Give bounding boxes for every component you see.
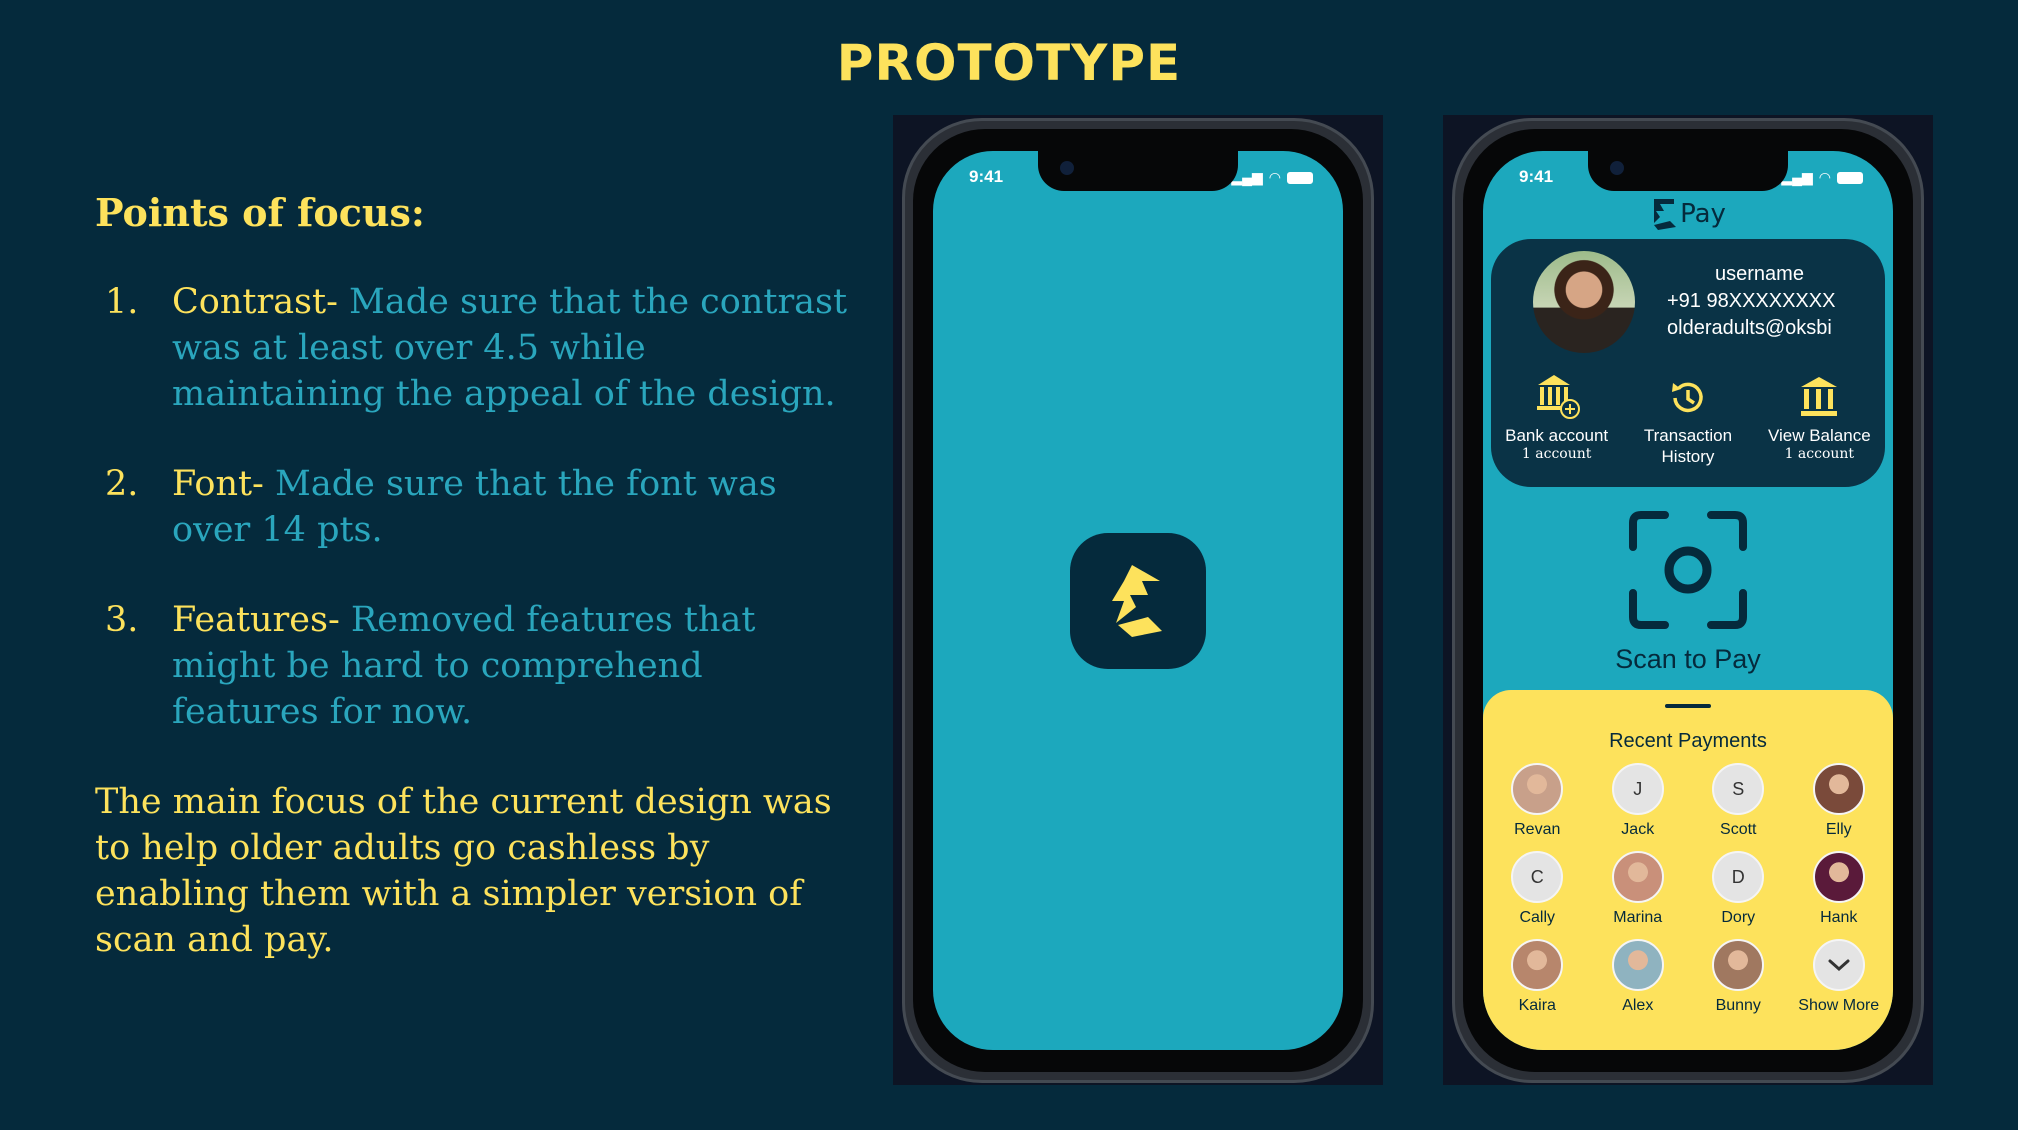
splash-screen: 9:41 ▂▄▆ ◠ [933, 151, 1343, 1050]
focus-point: 2. Font- Made sure that the font was ove… [95, 461, 855, 553]
scan-to-pay-button[interactable]: Scan to Pay [1483, 511, 1893, 675]
transaction-history-button[interactable]: Transaction History [1623, 369, 1753, 467]
wifi-icon: ◠ [1268, 169, 1281, 185]
contact-photo [1812, 763, 1865, 815]
status-icons: ▂▄▆ ◠ [1781, 169, 1863, 186]
app-logo[interactable] [1070, 532, 1206, 669]
contact-item[interactable]: Revan [1487, 763, 1588, 839]
contact-item[interactable]: Kaira [1487, 939, 1588, 1015]
brand-name: Pay [1680, 199, 1726, 229]
contact-item[interactable]: D Dory [1688, 851, 1789, 927]
notes-heading: Points of focus: [95, 190, 425, 235]
focus-point: 3. Features- Removed features that might… [95, 597, 855, 735]
contact-initial: S [1712, 763, 1765, 815]
profile-email: olderadults@oksbi [1667, 317, 1832, 339]
battery-icon [1837, 171, 1863, 184]
recent-payments-title: Recent Payments [1609, 730, 1767, 752]
view-balance-label: View Balance [1767, 426, 1871, 445]
balance-account-count: 1 account [1784, 446, 1855, 462]
contact-initial: J [1611, 763, 1664, 815]
point-label: Font- [172, 464, 276, 504]
battery-icon [1287, 171, 1313, 184]
contact-name: Dory [1721, 909, 1756, 926]
contact-item[interactable]: J Jack [1588, 763, 1689, 839]
contact-item[interactable]: Hank [1789, 851, 1890, 927]
point-number: 1. [105, 282, 139, 322]
scan-icon [1629, 511, 1747, 629]
point-label: Contrast- [172, 282, 350, 322]
contact-initial: C [1511, 851, 1564, 903]
contact-photo [1712, 939, 1765, 991]
profile-avatar[interactable] [1533, 251, 1635, 353]
contact-name: Marina [1613, 909, 1663, 926]
contact-photo [1611, 939, 1664, 991]
pay-phone: 9:41 ▂▄▆ ◠ Pay username +91 98XXXXXXXX o… [1452, 118, 1924, 1083]
contact-photo [1511, 763, 1564, 815]
recent-contacts-grid: Revan J Jack S Scott Elly C Cally Marina D Dory Han… [1483, 753, 1893, 1015]
focus-point: 1. Contrast- Made sure that the contrast… [95, 279, 855, 417]
contact-photo [1511, 939, 1564, 991]
contact-name: Elly [1825, 821, 1852, 838]
contact-item[interactable]: C Cally [1487, 851, 1588, 927]
status-time: 9:41 [969, 167, 1004, 186]
contact-name: Scott [1720, 821, 1757, 838]
profile-username: username [1715, 263, 1804, 285]
epay-logo-icon [1654, 199, 1677, 230]
contact-name: Revan [1514, 821, 1561, 838]
profile-phone: +91 98XXXXXXXX [1667, 290, 1836, 312]
contact-item[interactable]: Alex [1588, 939, 1689, 1015]
contact-name: Alex [1622, 997, 1654, 1014]
notch [1038, 151, 1238, 191]
slide-title: PROTOTYPE [836, 34, 1182, 92]
contact-name: Kaira [1518, 997, 1556, 1014]
focus-notes: Points of focus: 1. Contrast- Made sure … [95, 190, 855, 963]
transaction-label: Transaction [1643, 426, 1733, 445]
contact-name: Jack [1621, 821, 1655, 838]
status-icons: ▂▄▆ ◠ [1231, 169, 1313, 186]
scan-to-pay-label: Scan to Pay [1615, 644, 1761, 674]
contact-item[interactable]: S Scott [1688, 763, 1789, 839]
wifi-icon: ◠ [1818, 169, 1831, 185]
view-balance-button[interactable]: View Balance 1 account [1754, 369, 1884, 467]
profile-info: username +91 98XXXXXXXX olderadults@oksb… [1667, 261, 1835, 342]
contact-name: Show More [1798, 997, 1880, 1014]
contact-photo [1812, 851, 1865, 903]
contact-initial: D [1712, 851, 1765, 903]
quick-actions: Bank account 1 account Transaction Histo… [1491, 369, 1885, 467]
bank-icon [1801, 377, 1838, 416]
point-number: 3. [105, 600, 139, 640]
bank-account-count: 1 account [1521, 446, 1592, 462]
splash-phone: 9:41 ▂▄▆ ◠ [902, 118, 1374, 1083]
profile-card: username +91 98XXXXXXXX olderadults@oksb… [1491, 239, 1885, 487]
summary-text: The main focus of the current design was… [95, 782, 832, 960]
contact-item[interactable]: Show More [1789, 939, 1890, 1015]
history-icon [1671, 382, 1703, 413]
status-time: 9:41 [1519, 167, 1554, 186]
point-number: 2. [105, 464, 139, 504]
point-label: Features- [172, 600, 351, 640]
contact-name: Cally [1519, 909, 1556, 926]
sheet-drag-handle[interactable] [1665, 704, 1711, 708]
recent-payments-sheet: Recent Payments Revan J Jack S Scott Elly C Cal… [1483, 690, 1893, 1050]
pay-home-screen: 9:41 ▂▄▆ ◠ Pay username +91 98XXXXXXXX o… [1483, 151, 1893, 1050]
epay-logo-icon [1112, 564, 1162, 637]
contact-item[interactable]: Bunny [1688, 939, 1789, 1015]
contact-name: Hank [1820, 909, 1858, 926]
bank-add-icon [1536, 375, 1580, 419]
bank-account-button[interactable]: Bank account 1 account [1492, 369, 1622, 467]
contact-item[interactable]: Elly [1789, 763, 1890, 839]
history-label: History [1661, 447, 1715, 466]
brand-logo: Pay [1483, 197, 1893, 231]
bank-account-label: Bank account [1505, 426, 1609, 445]
notch [1588, 151, 1788, 191]
contact-name: Bunny [1715, 997, 1761, 1014]
chevron-down-icon [1812, 939, 1865, 991]
contact-item[interactable]: Marina [1588, 851, 1689, 927]
contact-photo [1611, 851, 1664, 903]
